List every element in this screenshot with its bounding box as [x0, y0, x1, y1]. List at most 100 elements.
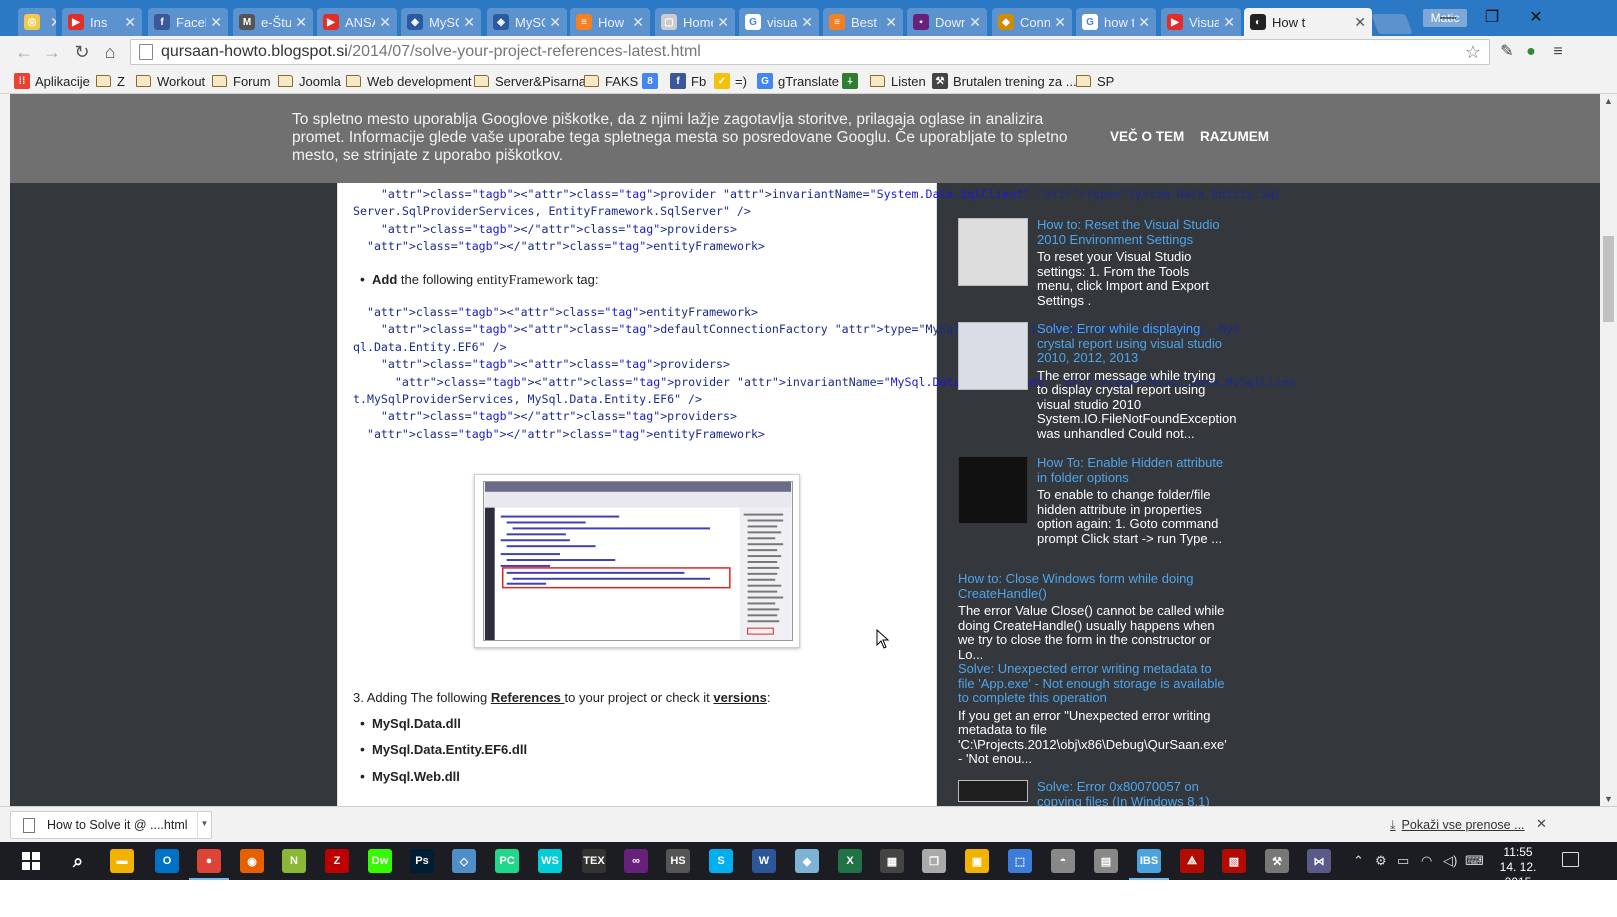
- acrobat-icon[interactable]: ⟁: [1180, 849, 1204, 873]
- cookie-more-button[interactable]: VEČ O TEM: [1110, 129, 1184, 144]
- outlook-icon[interactable]: O: [155, 849, 179, 873]
- new-tab-button[interactable]: [1371, 14, 1413, 34]
- tab-close-icon[interactable]: ✕: [717, 14, 729, 31]
- app-icon[interactable]: ◆: [795, 849, 819, 873]
- tab-close-icon[interactable]: ✕: [632, 14, 644, 31]
- scroll-up-arrow-icon[interactable]: ▲: [1600, 94, 1617, 108]
- scroll-down-arrow-icon[interactable]: ▼: [1600, 792, 1617, 806]
- bookmark-item[interactable]: ✓ =): [714, 72, 747, 90]
- explorer-icon[interactable]: ▣: [965, 849, 989, 873]
- back-arrow-icon[interactable]: ←: [12, 40, 36, 64]
- heidisql-icon[interactable]: HS: [666, 849, 690, 873]
- skype-icon[interactable]: S: [709, 849, 733, 873]
- tab-close-icon[interactable]: ✕: [379, 14, 391, 31]
- virtualbox-icon[interactable]: ◇: [452, 849, 476, 873]
- cube-icon[interactable]: ❒: [922, 849, 946, 873]
- photoshop-icon[interactable]: Ps: [410, 849, 434, 873]
- bookmark-item[interactable]: SP: [1076, 72, 1114, 90]
- post-title-link[interactable]: How to: Reset the Visual Studio 2010 Env…: [1037, 217, 1228, 247]
- browser-tab[interactable]: ▶ Visual✕: [1161, 8, 1241, 36]
- tab-close-icon[interactable]: ✕: [124, 14, 136, 31]
- search-icon[interactable]: ⌕: [66, 849, 90, 873]
- browser-tab[interactable]: Gvisual ✕: [739, 8, 819, 36]
- bookmark-star-icon[interactable]: ☆: [1465, 42, 1481, 63]
- cookie-agree-button[interactable]: RAZUMEM: [1200, 129, 1269, 144]
- filezilla-icon[interactable]: Z: [325, 849, 349, 873]
- visual-studio-icon[interactable]: ∞: [624, 849, 648, 873]
- tab-close-icon[interactable]: ✕: [50, 14, 56, 31]
- windows-start-icon[interactable]: [22, 852, 40, 870]
- tray-app-icon[interactable]: ⚙: [1375, 853, 1387, 869]
- tab-close-icon[interactable]: ✕: [885, 14, 897, 31]
- tab-close-icon[interactable]: ✕: [1223, 14, 1235, 31]
- tab-close-icon[interactable]: ✕: [295, 14, 307, 31]
- browser-tab[interactable]: ◐ How t ✕: [1244, 8, 1372, 36]
- excel-icon[interactable]: X: [838, 849, 862, 873]
- network-icon[interactable]: ⬚: [1008, 849, 1032, 873]
- bookmark-item[interactable]: Z: [96, 72, 125, 90]
- wifi-icon[interactable]: ◠: [1421, 853, 1432, 869]
- tab-close-icon[interactable]: ✕: [463, 14, 475, 31]
- download-item[interactable]: How to Solve it @ ....html ▼: [10, 811, 212, 839]
- post-title-link[interactable]: How to: Close Windows form while doing C…: [958, 571, 1228, 601]
- download-menu-caret-icon[interactable]: ▼: [197, 811, 211, 839]
- volume-icon[interactable]: ◁): [1443, 853, 1457, 869]
- close-window-icon[interactable]: ✕: [1514, 8, 1558, 28]
- tab-close-icon[interactable]: ✕: [549, 14, 561, 31]
- bookmark-item[interactable]: Web development: [346, 72, 472, 90]
- vs-code-icon[interactable]: ⋈: [1307, 849, 1331, 873]
- post-title-link[interactable]: Solve: Unexpected error writing metadata…: [958, 661, 1228, 706]
- bookmark-item[interactable]: ⚒ Brutalen trening za ...: [932, 72, 1077, 90]
- browser-tab[interactable]: Me-Štuc✕: [233, 8, 313, 36]
- bookmark-item[interactable]: f Fb: [670, 72, 706, 90]
- chrome-icon[interactable]: ●: [189, 849, 229, 880]
- hat-icon[interactable]: ◓: [1051, 849, 1075, 873]
- bookmark-item[interactable]: Forum: [212, 72, 271, 90]
- browser-tab[interactable]: ▪ Downl✕: [907, 8, 987, 36]
- address-bar[interactable]: qursaan-howto.blogspot.si/2014/07/solve-…: [130, 39, 1490, 65]
- visual-studio-screenshot-image[interactable]: [474, 474, 800, 648]
- post-title-link[interactable]: How To: Enable Hidden attribute in folde…: [1037, 455, 1228, 485]
- post-thumbnail-image[interactable]: [958, 456, 1028, 524]
- tab-close-icon[interactable]: ✕: [969, 14, 981, 31]
- file-explorer-icon[interactable]: ▬: [110, 849, 134, 873]
- tab-close-icon[interactable]: ✕: [801, 14, 813, 31]
- browser-tab[interactable]: ◈ MySQ✕: [487, 8, 567, 36]
- firefox-icon[interactable]: ◉: [240, 849, 264, 873]
- browser-tab[interactable]: f Faceb✕: [148, 8, 228, 36]
- tray-chevron-icon[interactable]: ⌃: [1353, 853, 1364, 869]
- scrollbar-thumb[interactable]: [1603, 236, 1614, 322]
- tex-icon[interactable]: TEX: [582, 849, 606, 873]
- bookmark-item[interactable]: GgTranslate: [757, 72, 839, 90]
- bookmark-item[interactable]: Server&Pisarna: [474, 72, 586, 90]
- bookmark-item[interactable]: Workout: [136, 72, 205, 90]
- pdf-tool-icon[interactable]: ▧: [1222, 849, 1246, 873]
- tab-close-icon[interactable]: ✕: [210, 14, 222, 31]
- calculator-icon[interactable]: ▦: [880, 849, 904, 873]
- bookmark-item[interactable]: Joomla: [278, 72, 341, 90]
- minimize-icon[interactable]: —: [1426, 8, 1470, 28]
- tab-close-icon[interactable]: ✕: [1354, 14, 1366, 31]
- word-icon[interactable]: W: [752, 849, 776, 873]
- tools-icon[interactable]: ⚒: [1265, 849, 1289, 873]
- notepadpp-icon[interactable]: N: [282, 849, 306, 873]
- bookmark-item[interactable]: ⁞⁞ Aplikacije: [14, 72, 90, 90]
- browser-tab[interactable]: ≡ How t ✕: [570, 8, 650, 36]
- bluestacks-icon[interactable]: IBS: [1129, 849, 1169, 880]
- bookmark-item[interactable]: ⍭: [842, 72, 863, 90]
- browser-tab[interactable]: ◎ ✕: [18, 8, 56, 36]
- restore-icon[interactable]: ❐: [1470, 8, 1514, 28]
- globe-extension-icon[interactable]: ●: [1521, 42, 1541, 62]
- post-title-link[interactable]: Solve: Error while displaying crystal re…: [1037, 321, 1228, 366]
- bookmark-item[interactable]: 8: [642, 72, 663, 90]
- tab-close-icon[interactable]: ✕: [1054, 14, 1066, 31]
- chrome-menu-icon[interactable]: ≡: [1548, 42, 1568, 62]
- versions-link[interactable]: versions: [713, 690, 766, 705]
- browser-tab[interactable]: Ghow tc✕: [1076, 8, 1156, 36]
- reload-icon[interactable]: ↻: [70, 40, 94, 64]
- close-shelf-icon[interactable]: ✕: [1536, 816, 1547, 832]
- battery-icon[interactable]: ▭: [1397, 853, 1409, 869]
- home-icon[interactable]: ⌂: [98, 40, 122, 64]
- bookmark-item[interactable]: FAKS: [584, 72, 638, 90]
- browser-tab[interactable]: ▶ Ins ✕: [62, 8, 142, 36]
